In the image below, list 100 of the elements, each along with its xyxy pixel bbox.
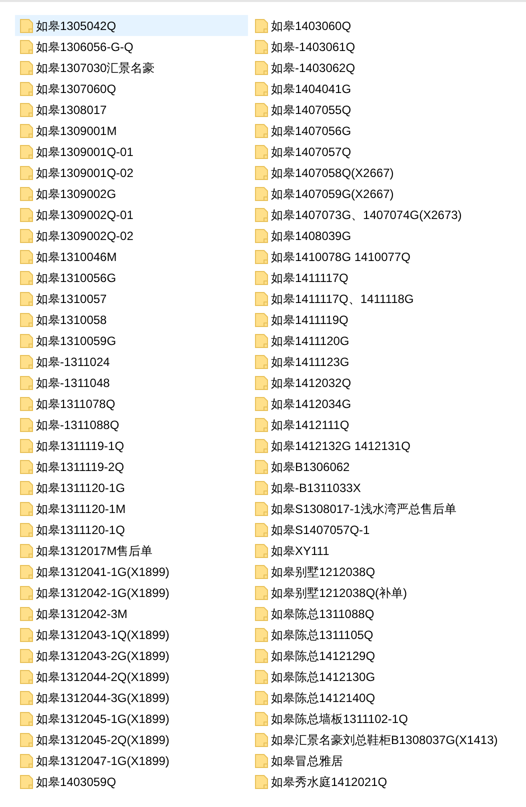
folder-item[interactable]: 如皋1310058 <box>15 309 248 330</box>
folder-item[interactable]: 如皋1311078Q <box>15 393 248 414</box>
folder-item[interactable]: 如皋1412032Q <box>250 372 502 393</box>
folder-item[interactable]: 如皋1306056-G-Q <box>15 36 248 57</box>
folder-icon <box>255 396 268 411</box>
folder-item[interactable]: 如皋-B1311033X <box>250 477 502 498</box>
folder-item[interactable]: 如皋1411117Q <box>250 267 502 288</box>
folder-icon <box>255 375 268 390</box>
folder-item[interactable]: 如皋1309002Q-01 <box>15 204 248 225</box>
folder-item[interactable]: 如皋1412034G <box>250 393 502 414</box>
folder-icon <box>20 564 33 579</box>
folder-icon <box>20 585 33 600</box>
folder-item[interactable]: 如皋1310046M <box>15 246 248 267</box>
folder-item[interactable]: 如皋1311119-2Q <box>15 456 248 477</box>
folder-item[interactable]: 如皋1310057 <box>15 288 248 309</box>
folder-item[interactable]: 如皋别墅1212038Q <box>250 561 502 582</box>
folder-item[interactable]: 如皋1411120G <box>250 330 502 351</box>
folder-icon <box>20 18 33 33</box>
folder-icon <box>255 165 268 180</box>
folder-icon <box>255 732 268 747</box>
folder-item[interactable]: 如皋-1403062Q <box>250 57 502 78</box>
folder-item[interactable]: 如皋1312042-3M <box>15 603 248 624</box>
folder-item[interactable]: 如皋XY111 <box>250 540 502 561</box>
folder-icon <box>255 291 268 306</box>
folder-item[interactable]: 如皋1311120-1Q <box>15 519 248 540</box>
folder-item[interactable]: 如皋陈总1412140Q <box>250 687 502 708</box>
folder-icon <box>20 186 33 201</box>
folder-item[interactable]: 如皋1312044-2Q(X1899) <box>15 666 248 687</box>
folder-item[interactable]: 如皋1312017M售后单 <box>15 540 248 561</box>
folder-item[interactable]: 如皋1412132G 1412131Q <box>250 435 502 456</box>
folder-item[interactable]: 如皋1309002Q-02 <box>15 225 248 246</box>
folder-icon <box>20 207 33 222</box>
folder-item[interactable]: 如皋1312041-1G(X1899) <box>15 561 248 582</box>
folder-item[interactable]: 如皋1308017 <box>15 99 248 120</box>
folder-item[interactable]: 如皋1310056G <box>15 267 248 288</box>
folder-icon <box>20 627 33 642</box>
folder-icon <box>255 123 268 138</box>
folder-item[interactable]: 如皋1407059G(X2667) <box>250 183 502 204</box>
folder-item[interactable]: 如皋1412111Q <box>250 414 502 435</box>
folder-item[interactable]: 如皋汇景名豪刘总鞋柜B1308037G(X1413) <box>250 729 502 750</box>
folder-item[interactable]: 如皋1312045-1G(X1899) <box>15 708 248 729</box>
folder-item[interactable]: 如皋1411119Q <box>250 309 502 330</box>
folder-item[interactable]: 如皋1403059Q <box>15 771 248 792</box>
folder-icon <box>20 690 33 705</box>
folder-item[interactable]: 如皋1311119-1Q <box>15 435 248 456</box>
folder-item[interactable]: 如皋1311120-1G <box>15 477 248 498</box>
folder-item[interactable]: 如皋1312044-3G(X1899) <box>15 687 248 708</box>
folder-icon <box>255 543 268 558</box>
folder-item[interactable]: 如皋1407057Q <box>250 141 502 162</box>
folder-item[interactable]: 如皋-1311024 <box>15 351 248 372</box>
folder-item[interactable]: 如皋陈总1412130G <box>250 666 502 687</box>
folder-item[interactable]: 如皋1312043-2G(X1899) <box>15 645 248 666</box>
folder-item[interactable]: 如皋冒总雅居 <box>250 750 502 771</box>
folder-icon <box>20 123 33 138</box>
folder-item[interactable]: 如皋1309001M <box>15 120 248 141</box>
folder-item[interactable]: 如皋1309001Q-01 <box>15 141 248 162</box>
folder-icon <box>255 459 268 474</box>
folder-item[interactable]: 如皋S1407057Q-1 <box>250 519 502 540</box>
folder-icon <box>20 501 33 516</box>
folder-item[interactable]: 如皋1307030汇景名豪 <box>15 57 248 78</box>
folder-item[interactable]: 如皋-1403061Q <box>250 36 502 57</box>
folder-item[interactable]: 如皋秀水庭1412021Q <box>250 771 502 792</box>
folder-item[interactable]: 如皋S1308017-1浅水湾严总售后单 <box>250 498 502 519</box>
folder-item[interactable]: 如皋B1306062 <box>250 456 502 477</box>
folder-item[interactable]: 如皋-1311048 <box>15 372 248 393</box>
folder-item[interactable]: 如皋1305042Q <box>15 15 248 36</box>
folder-item[interactable]: 如皋1312045-2Q(X1899) <box>15 729 248 750</box>
folder-item[interactable]: 如皋别墅1212038Q(补单) <box>250 582 502 603</box>
folder-icon <box>20 102 33 117</box>
folder-item[interactable]: 如皋1407073G、1407074G(X2673) <box>250 204 502 225</box>
folder-item[interactable]: 如皋1407058Q(X2667) <box>250 162 502 183</box>
folder-item[interactable]: 如皋陈总1311088Q <box>250 603 502 624</box>
folder-icon <box>255 18 268 33</box>
folder-icon <box>255 207 268 222</box>
folder-icon <box>20 648 33 663</box>
folder-item[interactable]: 如皋1407055Q <box>250 99 502 120</box>
folder-item[interactable]: 如皋1407056G <box>250 120 502 141</box>
folder-icon <box>20 606 33 621</box>
folder-item[interactable]: 如皋1404041G <box>250 78 502 99</box>
folder-item[interactable]: 如皋1309002G <box>15 183 248 204</box>
folder-icon <box>20 333 33 348</box>
folder-item[interactable]: 如皋1411123G <box>250 351 502 372</box>
folder-item[interactable]: 如皋1312042-1G(X1899) <box>15 582 248 603</box>
folder-item[interactable]: 如皋1310059G <box>15 330 248 351</box>
folder-item[interactable]: 如皋陈总1311105Q <box>250 624 502 645</box>
folder-icon <box>255 501 268 516</box>
folder-item[interactable]: 如皋1411117Q、1411118G <box>250 288 502 309</box>
folder-item[interactable]: 如皋1312047-1G(X1899) <box>15 750 248 771</box>
folder-item[interactable]: 如皋1408039G <box>250 225 502 246</box>
folder-item[interactable]: 如皋陈总1412129Q <box>250 645 502 666</box>
folder-item[interactable]: 如皋1403060Q <box>250 15 502 36</box>
folder-item[interactable]: 如皋1309001Q-02 <box>15 162 248 183</box>
folder-item[interactable]: 如皋1307060Q <box>15 78 248 99</box>
folder-icon <box>20 144 33 159</box>
folder-item[interactable]: 如皋陈总墙板1311102-1Q <box>250 708 502 729</box>
folder-item[interactable]: 如皋1312043-1Q(X1899) <box>15 624 248 645</box>
folder-item[interactable]: 如皋1311120-1M <box>15 498 248 519</box>
folder-icon <box>255 186 268 201</box>
folder-item[interactable]: 如皋-1311088Q <box>15 414 248 435</box>
folder-item[interactable]: 如皋1410078G 1410077Q <box>250 246 502 267</box>
